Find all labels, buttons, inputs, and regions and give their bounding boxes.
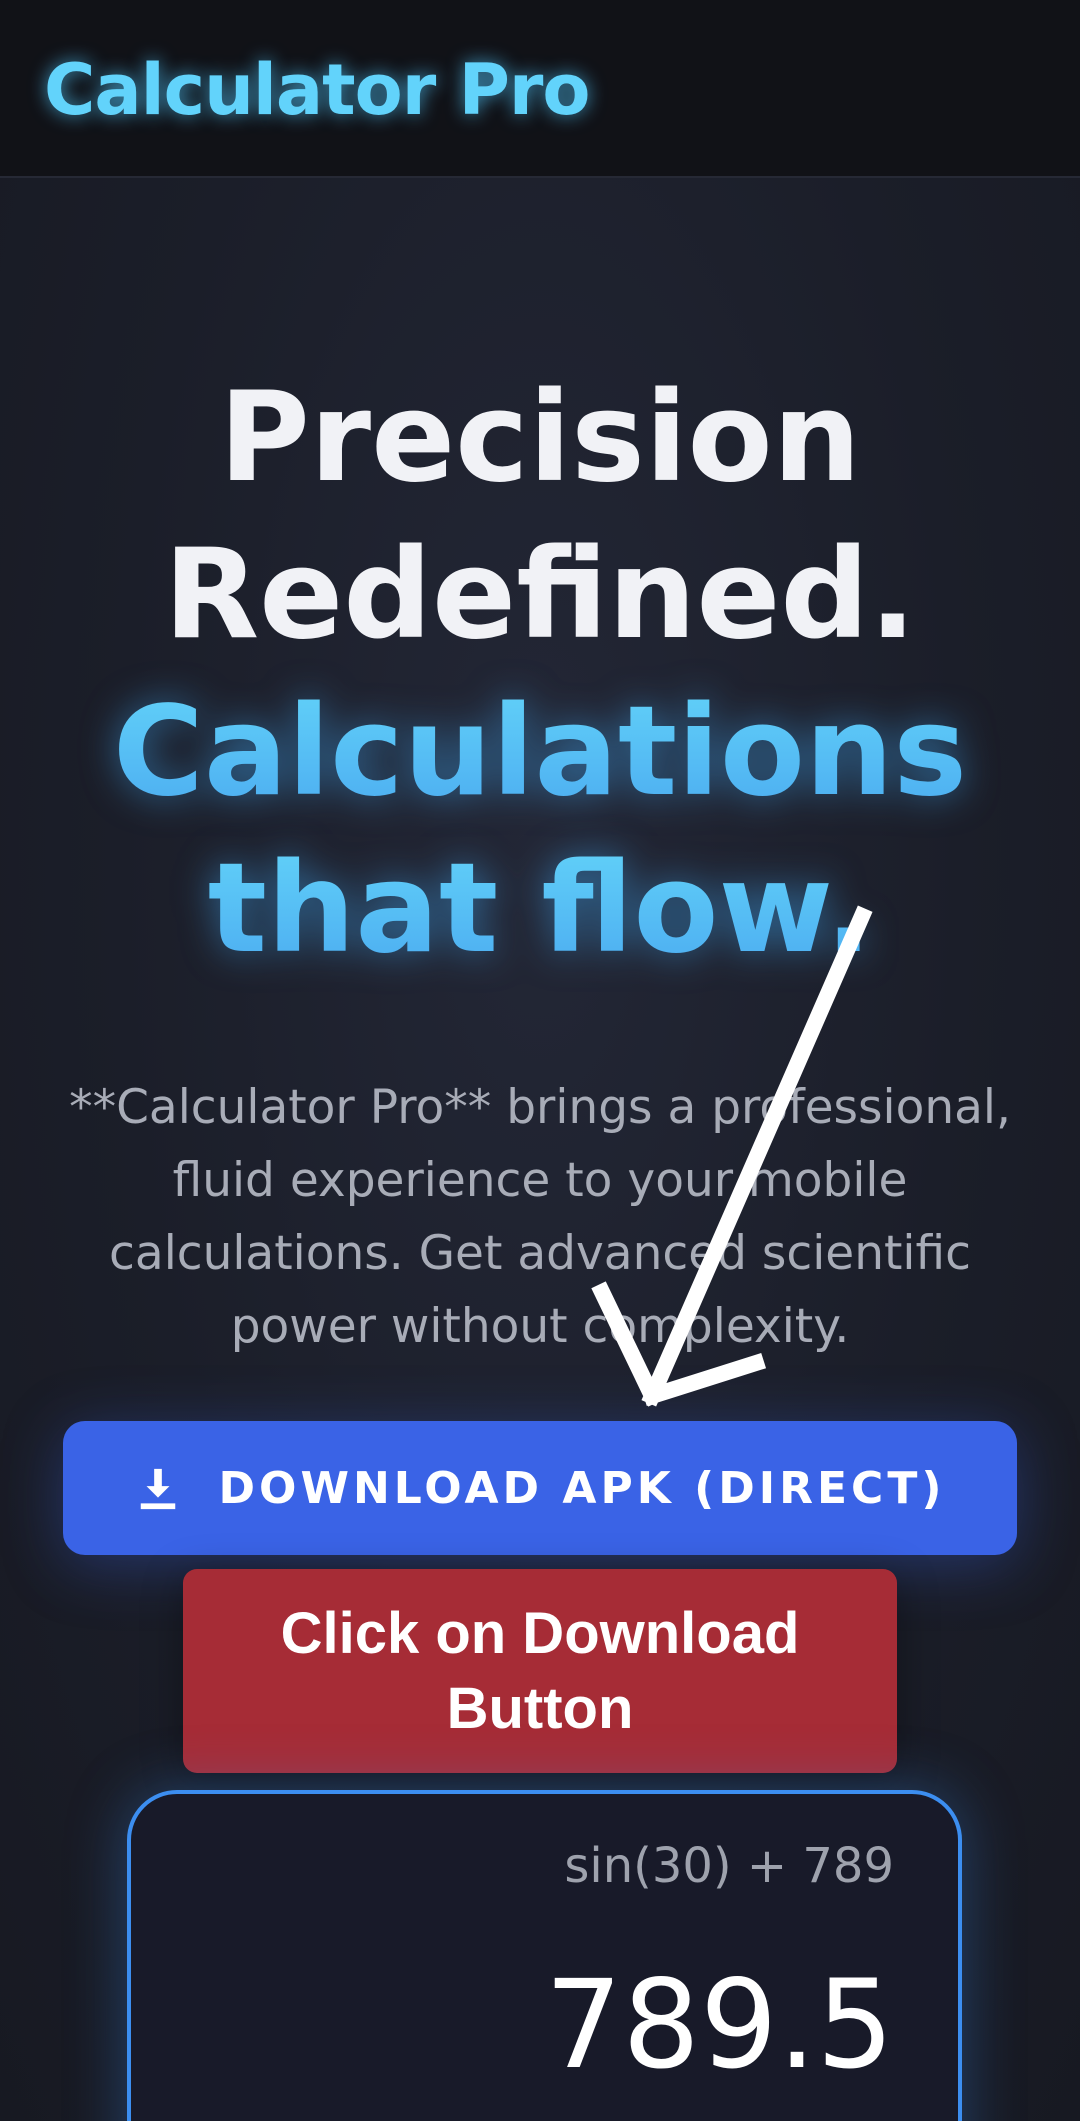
- hero-description: **Calculator Pro** brings a professional…: [69, 1080, 1011, 1354]
- hero-line-1: Precision: [219, 366, 861, 510]
- click-download-notice-button[interactable]: Click on Download Button: [183, 1569, 897, 1773]
- hero-heading: Precision Redefined. Calculations that f…: [0, 360, 1080, 988]
- brand-title[interactable]: Calculator Pro: [44, 42, 591, 138]
- notice-button-label: Click on Download Button: [280, 1601, 800, 1741]
- download-icon: [140, 1468, 175, 1510]
- hero-line-4: that flow.: [0, 831, 1080, 988]
- calculator-preview-card: sin(30) + 789 789.5: [127, 1790, 962, 2121]
- hero-line-2: Redefined.: [163, 523, 917, 667]
- download-apk-button[interactable]: DOWNLOAD APK (DIRECT): [63, 1421, 1017, 1555]
- calculator-expression: sin(30) + 789: [564, 1838, 894, 1894]
- top-bar: Calculator Pro: [0, 0, 1080, 178]
- page: Calculator Pro Precision Redefined. Calc…: [0, 0, 1080, 2121]
- hero-line-3: Calculations: [0, 674, 1080, 831]
- download-button-label: DOWNLOAD APK (DIRECT): [218, 1462, 946, 1514]
- calculator-result: 789.5: [544, 1954, 894, 2096]
